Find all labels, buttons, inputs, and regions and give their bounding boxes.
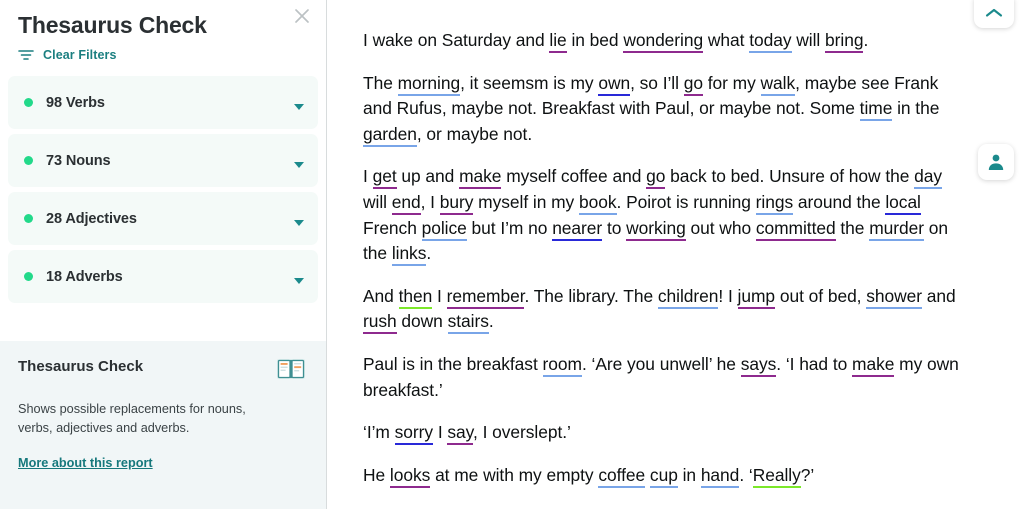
thesaurus-sidebar: Thesaurus Check Clear Filters 98 Verbs 7… (0, 0, 327, 509)
thesaurus-word-verb[interactable]: make (459, 166, 501, 190)
filter-label-verbs: 98 Verbs (46, 94, 105, 111)
info-card-description: Shows possible replacements for nouns, v… (18, 402, 246, 435)
thesaurus-word-noun[interactable]: children (657, 285, 718, 309)
thesaurus-word-verb[interactable]: end (391, 191, 421, 215)
filter-icon (18, 50, 34, 60)
document-text[interactable]: I wake on Saturday and lie in bed wonder… (363, 28, 962, 488)
report-info-card: Thesaurus Check Shows possible replaceme… (0, 341, 326, 509)
document-paragraph: And then I remember. The library. The ch… (363, 284, 962, 335)
thesaurus-word-noun[interactable]: shower (866, 285, 922, 309)
thesaurus-word-verb[interactable]: says (740, 353, 776, 377)
thesaurus-word-verb[interactable]: say (447, 422, 473, 446)
thesaurus-word-verb[interactable]: jump (737, 285, 775, 309)
chevron-down-icon[interactable] (294, 277, 304, 284)
filter-list: 98 Verbs 73 Nouns 28 Adjectives 18 Adver… (0, 76, 326, 308)
thesaurus-word-noun[interactable]: day (914, 166, 942, 190)
filter-label-nouns: 73 Nouns (46, 152, 111, 169)
thesaurus-word-noun[interactable]: links (391, 243, 426, 267)
status-dot-icon (24, 214, 33, 223)
thesaurus-word-verb[interactable]: working (626, 217, 686, 241)
document-editor[interactable]: I wake on Saturday and lie in bed wonder… (327, 0, 1024, 509)
thesaurus-word-verb[interactable]: wondering (623, 30, 703, 53)
thesaurus-word-verb[interactable]: remember (446, 285, 525, 309)
status-dot-icon (24, 156, 33, 165)
filter-label-adverbs: 18 Adverbs (46, 268, 123, 285)
thesaurus-word-verb[interactable]: bring (825, 30, 864, 53)
thesaurus-word-adjective[interactable]: sorry (394, 422, 433, 446)
info-card-title: Thesaurus Check (18, 358, 144, 375)
clear-filters-label: Clear Filters (43, 48, 117, 62)
document-paragraph: I get up and make myself coffee and go b… (363, 164, 962, 267)
thesaurus-word-verb[interactable]: committed (755, 217, 836, 241)
thesaurus-word-noun[interactable]: walk (760, 72, 795, 96)
sidebar-header: Thesaurus Check (0, 0, 326, 42)
thesaurus-word-adverb[interactable]: then (398, 285, 432, 309)
thesaurus-word-noun[interactable]: stairs (447, 311, 489, 335)
close-panel-button[interactable] (288, 2, 316, 30)
filter-row-adverbs[interactable]: 18 Adverbs (8, 250, 318, 303)
status-dot-icon (24, 272, 33, 281)
filter-label-adjectives: 28 Adjectives (46, 210, 137, 227)
document-paragraph: He looks at me with my empty coffee cup … (363, 463, 962, 489)
thesaurus-word-noun[interactable]: cup (649, 464, 678, 488)
chevron-down-icon[interactable] (294, 219, 304, 226)
chevron-down-icon[interactable] (294, 161, 304, 168)
chevron-up-icon (985, 8, 1003, 17)
more-about-report-link[interactable]: More about this report (18, 456, 153, 470)
app-root: Thesaurus Check Clear Filters 98 Verbs 7… (0, 0, 1024, 509)
document-paragraph: ‘I’m sorry I say, I overslept.’ (363, 420, 962, 446)
thesaurus-word-adjective[interactable]: nearer (552, 217, 602, 241)
thesaurus-word-adverb[interactable]: Really (752, 464, 801, 488)
clear-filters-button[interactable]: Clear Filters (0, 42, 326, 76)
scroll-to-top-button[interactable] (974, 0, 1014, 28)
thesaurus-word-verb[interactable]: looks (389, 464, 430, 488)
info-card-header: Thesaurus Check (10, 357, 308, 386)
account-button[interactable] (978, 144, 1014, 180)
filter-row-adjectives[interactable]: 28 Adjectives (8, 192, 318, 245)
filter-row-verbs[interactable]: 98 Verbs (8, 76, 318, 129)
thesaurus-word-verb[interactable]: bury (439, 191, 473, 215)
thesaurus-word-noun[interactable]: coffee (598, 464, 645, 488)
status-dot-icon (24, 98, 33, 107)
thesaurus-word-verb[interactable]: make (852, 353, 894, 377)
thesaurus-word-noun[interactable]: morning (397, 72, 460, 96)
thesaurus-word-noun[interactable]: rings (755, 191, 793, 215)
thesaurus-word-noun[interactable]: time (859, 98, 892, 122)
filter-row-nouns[interactable]: 73 Nouns (8, 134, 318, 187)
thesaurus-word-noun[interactable]: garden (363, 123, 417, 147)
thesaurus-word-noun[interactable]: book (578, 191, 617, 215)
page-title: Thesaurus Check (18, 12, 207, 38)
thesaurus-word-verb[interactable]: lie (549, 30, 567, 53)
thesaurus-word-noun[interactable]: hand (700, 464, 739, 488)
thesaurus-word-verb[interactable]: go (646, 166, 665, 190)
chevron-down-icon[interactable] (294, 103, 304, 110)
thesaurus-word-noun[interactable]: murder (869, 217, 924, 241)
thesaurus-word-verb[interactable]: get (372, 166, 397, 190)
thesaurus-word-adjective[interactable]: own (598, 72, 630, 96)
document-paragraph: The morning, it seemsm is my own, so I’l… (363, 71, 962, 148)
document-paragraph: Paul is in the breakfast room. ‘Are you … (363, 353, 959, 400)
thesaurus-word-noun[interactable]: room (542, 353, 582, 377)
thesaurus-word-noun[interactable]: today (749, 30, 792, 53)
thesaurus-word-adjective[interactable]: local (885, 191, 921, 215)
document-paragraph: I wake on Saturday and lie in bed wonder… (363, 28, 962, 54)
open-book-icon (276, 357, 306, 386)
user-icon (988, 154, 1004, 170)
thesaurus-word-noun[interactable]: police (421, 217, 467, 241)
thesaurus-word-verb[interactable]: go (683, 72, 703, 96)
close-icon (295, 9, 309, 23)
thesaurus-word-verb[interactable]: rush (363, 311, 397, 335)
